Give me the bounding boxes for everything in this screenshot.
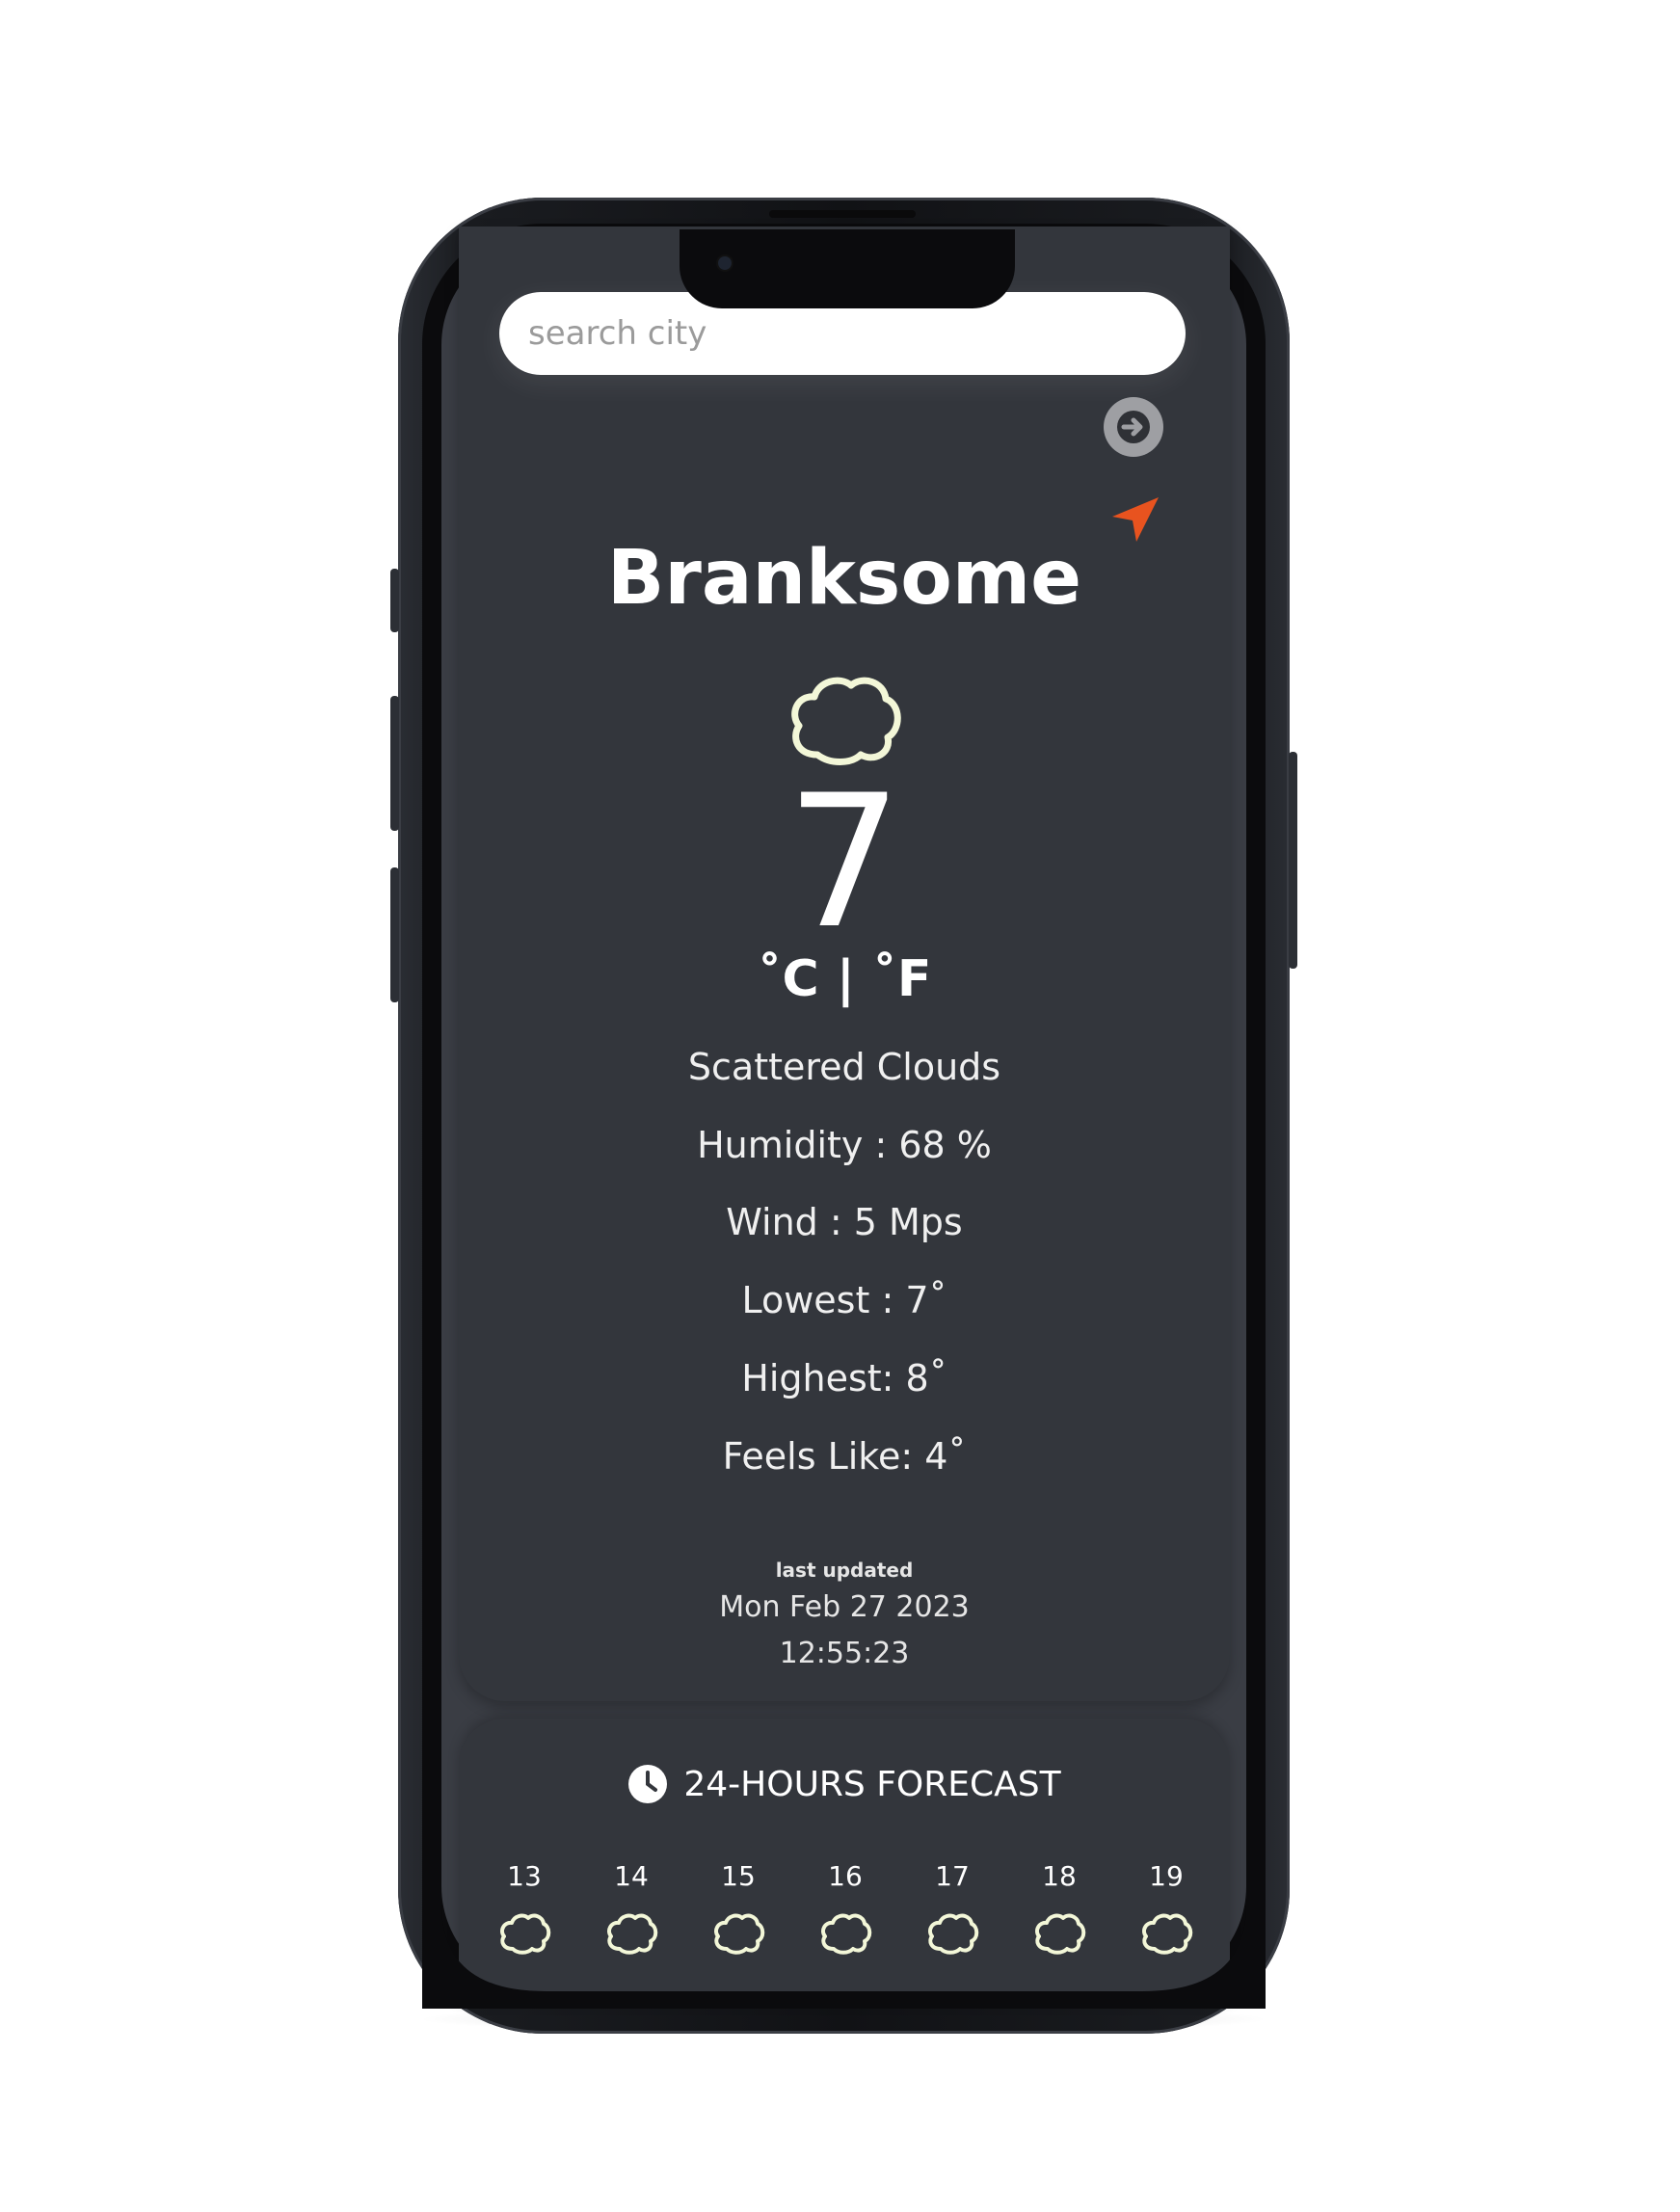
cloud-icon — [791, 677, 901, 765]
highest-temp: Highest: 8˚ — [741, 1357, 947, 1399]
city-name: Branksome — [606, 535, 1082, 622]
volume-up-button — [390, 696, 399, 831]
current-temperature: 7 — [786, 756, 903, 969]
volume-down-button — [390, 867, 399, 1002]
weather-description: Scattered Clouds — [687, 1046, 1001, 1088]
notch — [680, 229, 1015, 308]
clock-icon — [628, 1765, 668, 1803]
power-button — [1289, 752, 1297, 969]
search-submit-button[interactable] — [1104, 397, 1163, 457]
unit-toggle: ˚C | ˚F — [459, 950, 1230, 1008]
action-button — [390, 569, 399, 632]
feels-like-temp: Feels Like: 4˚ — [722, 1435, 967, 1478]
last-updated-time: 12:55:23 — [779, 1637, 910, 1670]
mockup-stage: Branksome 7 ˚C | ˚F Scattered Clouds Hum… — [0, 0, 1680, 2212]
celsius-toggle[interactable]: ˚C — [758, 950, 819, 1008]
lowest-temp: Lowest : 7˚ — [741, 1279, 947, 1321]
unit-separator: | — [836, 950, 855, 1008]
wind-value: Wind : 5 Mps — [726, 1201, 963, 1243]
last-updated-label: last updated — [775, 1559, 914, 1582]
fahrenheit-toggle[interactable]: ˚F — [872, 950, 932, 1008]
last-updated-date: Mon Feb 27 2023 — [719, 1590, 970, 1624]
arrow-right-circle-icon — [1117, 411, 1150, 443]
forecast-title: 24-HOURS FORECAST — [683, 1764, 1061, 1804]
earpiece-speaker — [769, 210, 916, 218]
humidity-value: Humidity : 68 % — [697, 1124, 992, 1166]
screen-corner-mask — [422, 1879, 1266, 2009]
front-camera — [718, 256, 732, 270]
forecast-header: 24-HOURS FORECAST — [459, 1764, 1230, 1804]
